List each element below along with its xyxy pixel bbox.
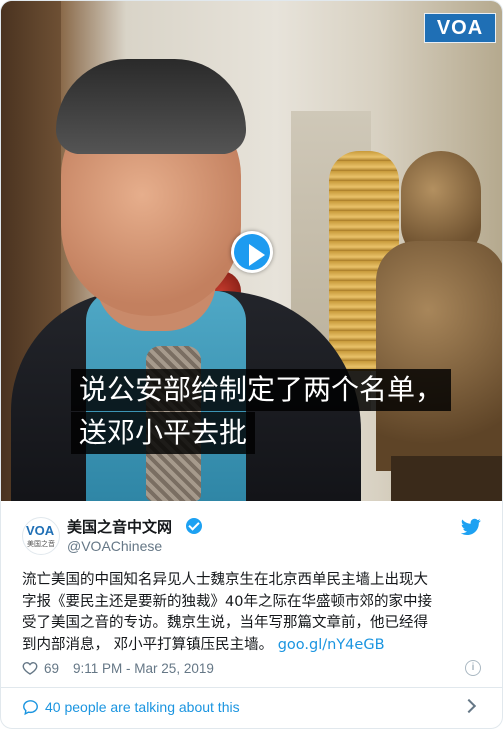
tweet-text-line: 到内部消息， 邓小平打算镇压民主墙。 goo.gl/nY4eGB [22,635,484,657]
tweet-text-line: 字报《要民主还是要新的独裁》40年之际在华盛顿市郊的家中接 [22,593,432,610]
twitter-bird-icon[interactable] [461,518,481,536]
voa-logo: VOA [424,13,496,43]
info-icon[interactable]: i [465,660,481,676]
chevron-right-icon [461,698,477,714]
speech-bubble-icon [23,700,38,716]
video-bust-body [376,241,502,471]
video-bust-stand [391,456,502,501]
video-player[interactable]: VOA 说公安部给制定了两个名单， 送邓小平去批 [1,1,502,501]
avatar-logo: VOA [26,523,55,538]
author-handle[interactable]: @VOAChinese [67,538,162,554]
tweet-text-line: 流亡美国的中国知名异见人士魏京生在北京西单民主墙上出现大 [22,572,428,588]
video-subtitle-line2: 送邓小平去批 [71,412,256,454]
tweet-text-line-body: 到内部消息， 邓小平打算镇压民主墙。 [22,636,278,653]
tweet-text: 流亡美国的中国知名异见人士魏京生在北京西单民主墙上出现大 字报《要民主还是要新的… [22,570,484,656]
verified-badge-icon [186,518,202,534]
tweet-meta: 69 9:11 PM - Mar 25, 2019 [22,658,214,678]
tweet-timestamp[interactable]: 9:11 PM - Mar 25, 2019 [73,661,214,676]
tweet-link[interactable]: goo.gl/nY4eGB [278,637,385,653]
speaker-hair [56,59,246,154]
heart-icon[interactable] [22,660,38,676]
tweet-card[interactable]: VOA 说公安部给制定了两个名单， 送邓小平去批 VOA 美国之音 美国之音中文… [0,0,503,729]
talking-about-text[interactable]: 40 people are talking about this [45,699,240,715]
like-count: 69 [44,660,60,676]
author-display-name[interactable]: 美国之音中文网 [67,516,172,537]
tweet-text-line: 受了美国之音的专访。魏京生说，当年写那篇文章前，他已经得 [22,615,428,631]
avatar-logo-caption: 美国之音 [27,541,55,548]
video-subtitle-line1: 说公安部给制定了两个名单， [71,369,452,411]
play-icon [234,234,270,270]
talking-about-link[interactable]: 40 people are talking about this [1,688,502,728]
play-button[interactable] [231,231,273,273]
avatar[interactable]: VOA 美国之音 [22,517,60,555]
